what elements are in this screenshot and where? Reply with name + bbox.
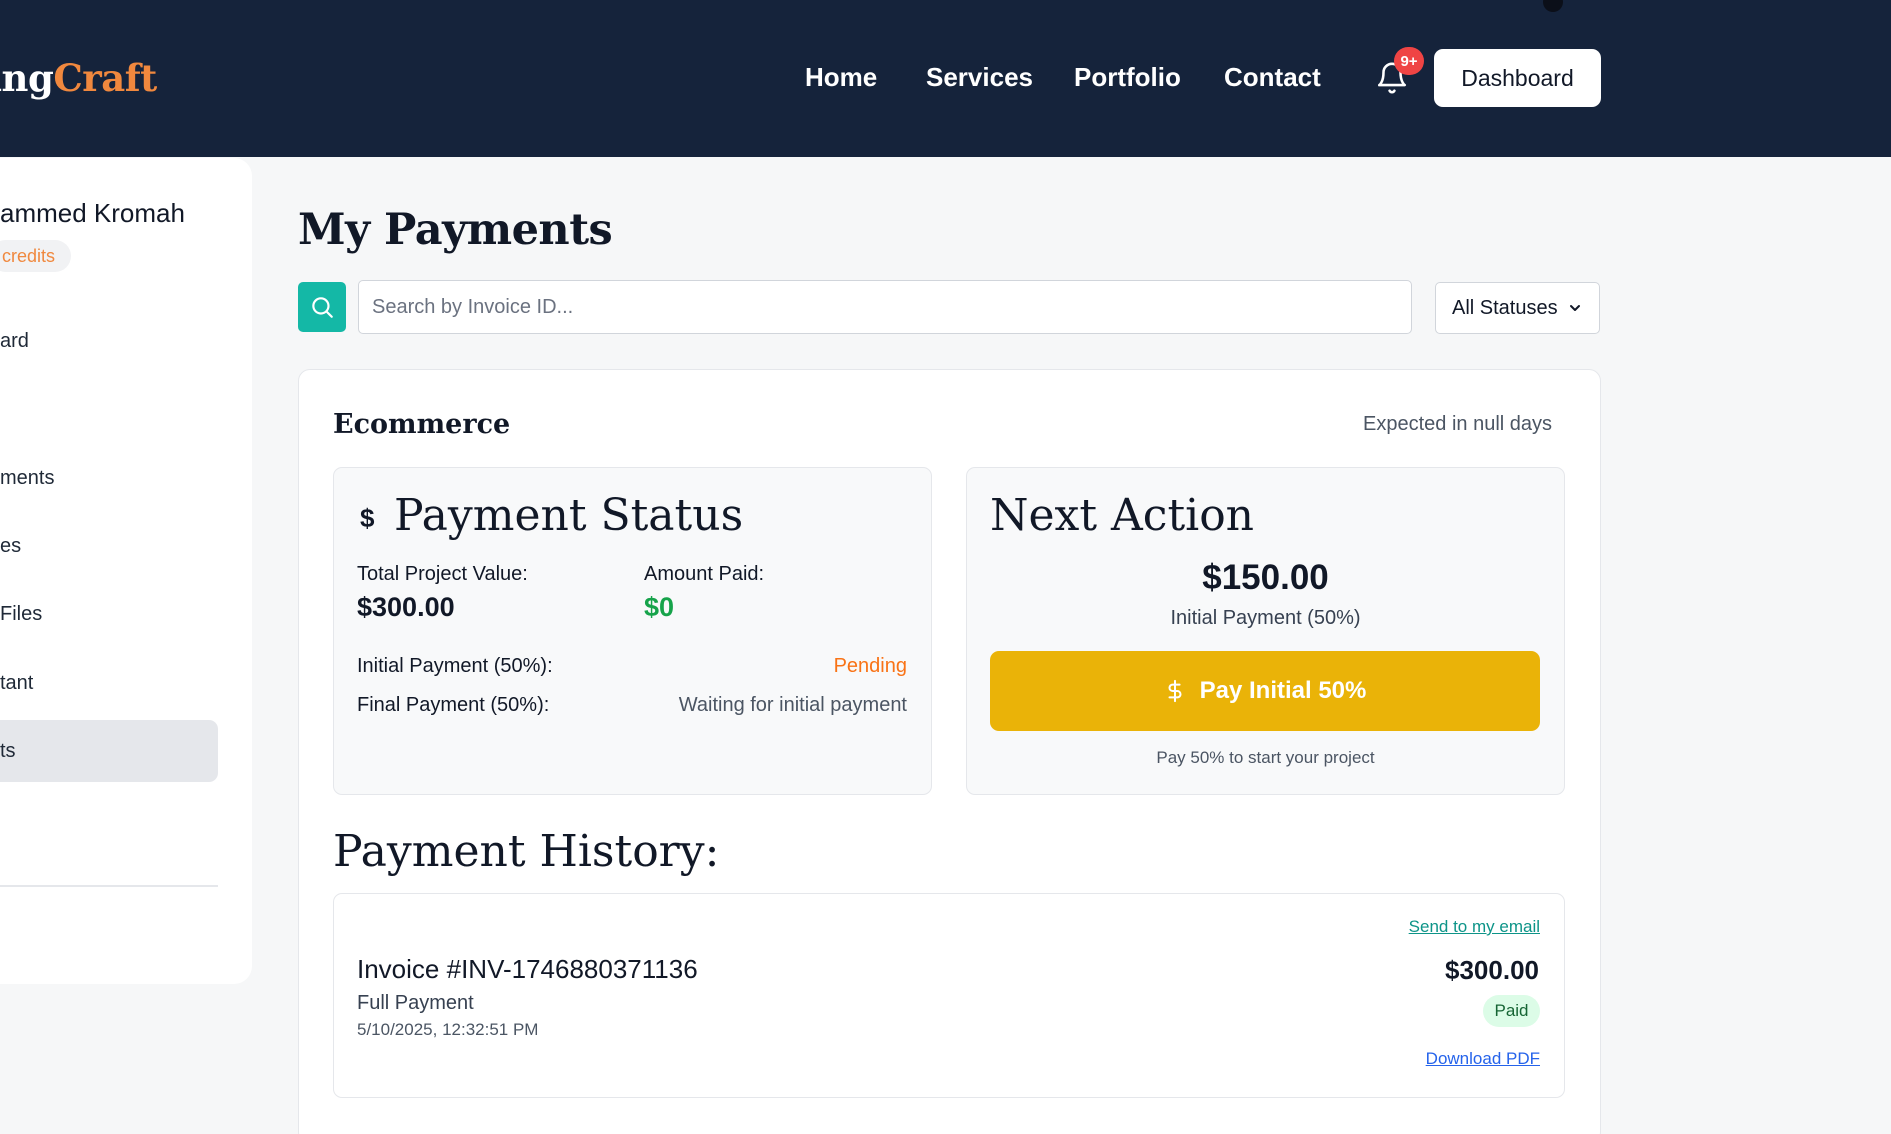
dollar-icon: $ <box>360 503 375 533</box>
sidebar-item-payments[interactable]: ts <box>0 740 16 763</box>
invoice-id: Invoice #INV-1746880371136 <box>357 954 698 984</box>
next-action-amount: $150.00 <box>1202 558 1329 597</box>
nav-contact-link[interactable]: Contact <box>1224 62 1321 93</box>
site-logo[interactable]: ingCraft <box>0 56 157 100</box>
search-button[interactable] <box>298 282 346 332</box>
page-title: My Payments <box>298 205 613 255</box>
next-action-title: Next Action <box>990 490 1255 541</box>
credits-badge: credits <box>0 240 72 272</box>
total-value-amount: $300.00 <box>357 592 455 622</box>
status-badge: Paid <box>1483 995 1540 1027</box>
invoice-type: Full Payment <box>357 992 474 1014</box>
payment-history-title: Payment History: <box>333 826 720 877</box>
send-to-email-link[interactable]: Send to my email <box>1409 917 1540 937</box>
notification-count-badge: 9+ <box>1394 47 1424 75</box>
invoice-date: 5/10/2025, 12:32:51 PM <box>357 1020 539 1039</box>
sidebar-item-dashboard[interactable]: ard <box>0 330 29 353</box>
nav-services-link[interactable]: Services <box>926 62 1033 93</box>
dashboard-button[interactable]: Dashboard <box>1434 49 1601 107</box>
sidebar-active-highlight <box>0 720 218 782</box>
sidebar: ammed Kromah credits ard ments es Files … <box>0 158 252 984</box>
sidebar-item-payments-history[interactable]: ments <box>0 467 54 490</box>
initial-payment-label: Initial Payment (50%): <box>357 655 553 677</box>
pay-initial-label: Pay Initial 50% <box>1199 677 1367 704</box>
user-name: ammed Kromah <box>0 198 185 228</box>
pay-hint-text: Pay 50% to start your project <box>1156 748 1375 767</box>
sidebar-divider <box>0 885 218 887</box>
invoice-card <box>333 893 1565 1098</box>
initial-payment-status: Pending <box>833 655 907 677</box>
dollar-icon <box>1168 679 1182 703</box>
chevron-down-icon <box>1570 305 1580 311</box>
status-filter-value: All Statuses <box>1452 296 1558 319</box>
download-pdf-link[interactable]: Download PDF <box>1426 1049 1540 1069</box>
total-value-label: Total Project Value: <box>357 563 528 585</box>
expected-delivery-text: Expected in null days <box>1363 413 1553 435</box>
avatar-dot <box>1543 0 1563 12</box>
search-icon <box>312 297 333 318</box>
nav-home-link[interactable]: Home <box>805 62 877 93</box>
invoice-amount: $300.00 <box>1445 955 1539 985</box>
sidebar-item-assistant[interactable]: tant <box>0 672 33 695</box>
final-payment-status: Waiting for initial payment <box>678 694 907 716</box>
amount-paid-value: $0 <box>644 592 675 622</box>
pay-initial-button[interactable]: Pay Initial 50% <box>990 651 1540 731</box>
project-name: Ecommerce <box>333 409 511 440</box>
sidebar-item-files[interactable]: Files <box>0 603 42 626</box>
top-navbar: ingCraft Home Services Portfolio Contact… <box>0 0 1891 157</box>
amount-paid-label: Amount Paid: <box>644 563 765 585</box>
payment-status-title: Payment Status <box>394 490 744 541</box>
sidebar-item-services[interactable]: es <box>0 535 21 558</box>
nav-portfolio-link[interactable]: Portfolio <box>1074 62 1181 93</box>
status-filter-select[interactable]: All Statuses <box>1435 282 1600 334</box>
final-payment-label: Final Payment (50%): <box>357 694 550 716</box>
next-action-subtitle: Initial Payment (50%) <box>1170 607 1361 629</box>
invoice-search-input[interactable] <box>358 280 1412 334</box>
